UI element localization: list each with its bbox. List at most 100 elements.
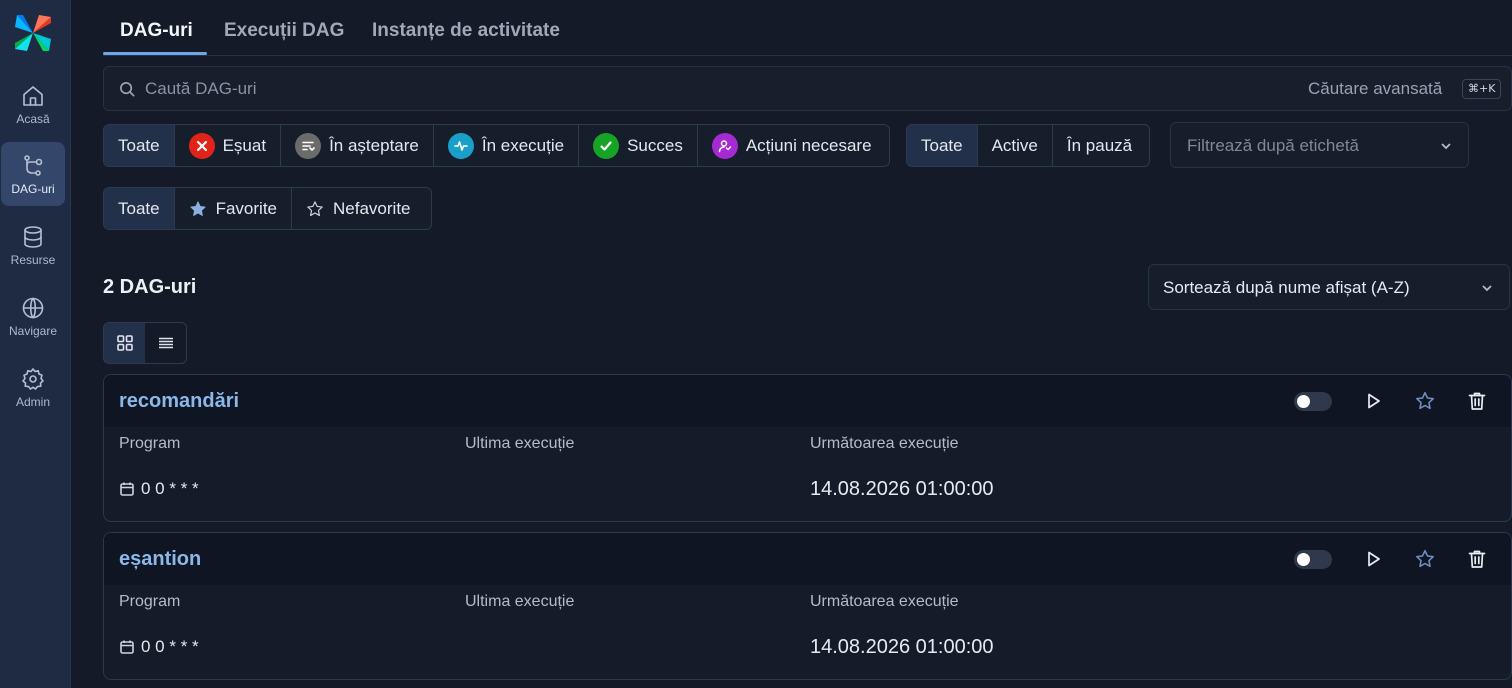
state-filter-running[interactable]: În execuție (432, 125, 578, 166)
filter-label: Active (991, 135, 1038, 155)
tab-task-instances[interactable]: Instanțe de activitate (372, 20, 560, 42)
sort-select[interactable]: Sortează după nume afișat (A-Z) (1148, 264, 1510, 310)
filter-label: Nefavorite (333, 198, 411, 218)
chevron-down-icon (1482, 285, 1492, 292)
schedule-text: 0 0 * * * (141, 637, 199, 656)
schedule-value: 0 0 * * * (119, 479, 199, 499)
nav-item-browse[interactable]: Navigare (1, 284, 65, 348)
filter-label: În așteptare (329, 135, 419, 155)
active-filter-all[interactable]: Toate (907, 125, 977, 166)
search-icon (120, 82, 135, 97)
database-icon (24, 226, 42, 248)
nav-item-home[interactable]: Acasă (1, 72, 65, 136)
gear-icon (22, 368, 44, 390)
last-run-label: Ultima execuție (465, 593, 575, 610)
filter-label: Favorite (215, 198, 278, 218)
state-filter: Toate Eșuat În așteptare În execuție Suc… (103, 124, 890, 167)
sort-label: Sortează după nume afișat (A-Z) (1163, 278, 1410, 297)
star-outline-icon (307, 200, 323, 216)
trash-icon (1468, 550, 1486, 568)
list-icon (158, 337, 173, 349)
next-run-value: 14.08.2026 01:00:00 (810, 478, 994, 500)
filter-label: Acțiuni necesare (745, 135, 872, 155)
nav-item-label: Navigare (8, 324, 58, 338)
active-filter-active[interactable]: Active (976, 125, 1052, 166)
next-run-value: 14.08.2026 01:00:00 (810, 636, 994, 658)
tab-dags[interactable]: DAG-uri (120, 20, 193, 42)
user-action-icon (711, 132, 738, 159)
dag-count: 2 DAG-uri (103, 276, 197, 298)
app-logo[interactable] (13, 13, 53, 53)
tag-filter-select[interactable]: Filtrează după etichetă (1170, 122, 1469, 168)
calendar-icon (120, 640, 134, 654)
dag-name-link[interactable]: recomandări (119, 390, 239, 413)
pause-toggle[interactable] (1294, 392, 1332, 411)
favorite-filter-favorites[interactable]: Favorite (173, 188, 291, 229)
favorite-button[interactable] (1414, 390, 1436, 412)
tag-filter-placeholder: Filtrează după etichetă (1187, 136, 1359, 155)
schedule-value: 0 0 * * * (119, 637, 199, 657)
schedule-label: Program (119, 435, 181, 452)
nav-item-label: Admin (15, 395, 50, 409)
trash-icon (1468, 392, 1486, 410)
advanced-search-link[interactable]: Căutare avansată (1308, 79, 1442, 99)
star-outline-icon (1416, 391, 1434, 410)
next-run-label: Următoarea execuție (810, 593, 959, 610)
nav-item-admin[interactable]: Admin (1, 355, 65, 419)
filter-label: În pauză (1066, 135, 1133, 155)
filter-label: Succes (627, 135, 683, 155)
dag-card: recomandări Program Ultima execuție Urmă… (103, 374, 1512, 522)
grid-icon (116, 335, 133, 351)
shortcut-badge: ⌘+K (1462, 79, 1502, 99)
next-run-label: Următoarea execuție (810, 435, 959, 452)
sidebar: Acasă DAG-uri Resurse Navigare Admin (0, 0, 71, 688)
star-filled-icon (190, 200, 206, 216)
activity-icon (447, 132, 474, 159)
nav-item-dags[interactable]: DAG-uri (1, 142, 65, 206)
state-filter-needs-action[interactable]: Acțiuni necesare (696, 125, 886, 166)
trigger-button[interactable] (1362, 390, 1384, 412)
nav-item-assets[interactable]: Resurse (1, 213, 65, 277)
play-icon (1368, 551, 1380, 567)
favorite-button[interactable] (1414, 548, 1436, 570)
calendar-icon (120, 482, 134, 496)
favorite-filter-non-favorites[interactable]: Nefavorite (291, 188, 424, 229)
nav-item-label: Acasă (16, 112, 50, 126)
delete-button[interactable] (1466, 390, 1488, 412)
favorite-filter: Toate Favorite Nefavorite (103, 187, 432, 230)
play-icon (1368, 393, 1380, 409)
card-view-button[interactable] (104, 323, 145, 363)
dag-name-link[interactable]: eșantion (119, 548, 201, 571)
favorite-filter-all[interactable]: Toate (104, 188, 174, 229)
check-icon (593, 132, 620, 159)
last-run-label: Ultima execuție (465, 435, 575, 452)
delete-button[interactable] (1466, 548, 1488, 570)
home-icon (23, 86, 43, 106)
filter-label: Toate (118, 135, 160, 155)
failed-icon (188, 132, 215, 159)
trigger-button[interactable] (1362, 548, 1384, 570)
search-input[interactable] (145, 67, 1245, 110)
search-bar: Căutare avansată ⌘+K (103, 66, 1512, 111)
state-filter-queued[interactable]: În așteptare (280, 125, 433, 166)
dag-icon (24, 155, 43, 176)
nav-item-label: DAG-uri (11, 182, 55, 196)
tab-bar: DAG-uri Execuții DAG Instanțe de activit… (103, 0, 1512, 56)
globe-icon (22, 297, 44, 319)
active-filter-paused[interactable]: În pauză (1051, 125, 1146, 166)
filter-label: Toate (118, 198, 160, 218)
view-toggle (103, 322, 187, 364)
filter-label: Eșuat (222, 135, 267, 155)
state-filter-success[interactable]: Succes (578, 125, 697, 166)
nav-item-label: Resurse (10, 253, 56, 267)
list-view-button[interactable] (145, 323, 186, 363)
filter-label: Toate (921, 135, 963, 155)
state-filter-failed[interactable]: Eșuat (173, 125, 280, 166)
dag-card: eșantion Program Ultima execuție Următoa… (103, 532, 1512, 680)
schedule-label: Program (119, 593, 181, 610)
state-filter-all[interactable]: Toate (104, 125, 174, 166)
queued-icon (295, 132, 322, 159)
pause-toggle[interactable] (1294, 550, 1332, 569)
chevron-down-icon (1441, 143, 1451, 150)
tab-dag-runs[interactable]: Execuții DAG (224, 20, 344, 42)
